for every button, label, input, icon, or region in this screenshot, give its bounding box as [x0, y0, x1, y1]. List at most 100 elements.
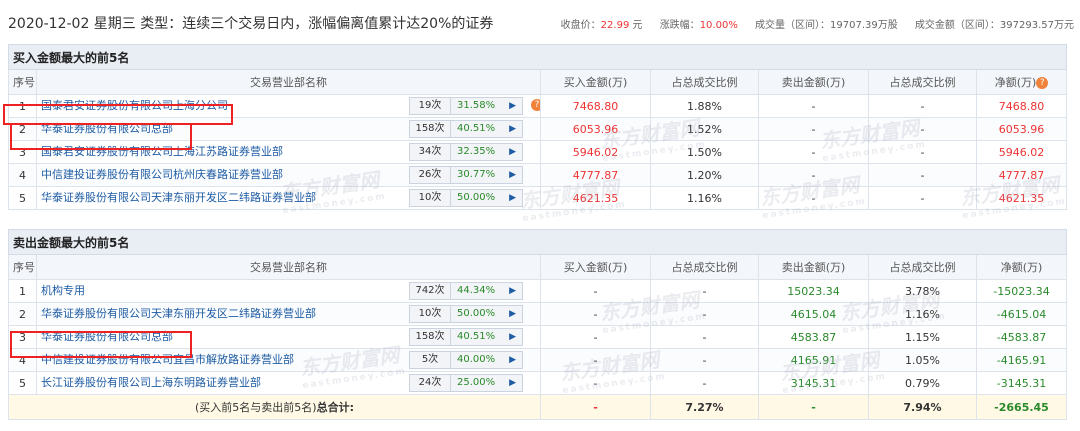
history-badge[interactable]: 24次 25.00% ▶: [409, 374, 523, 392]
history-count: 10次: [410, 190, 451, 206]
play-icon[interactable]: ▶: [509, 352, 516, 368]
sell-amount: -: [758, 163, 869, 187]
branch-name-link[interactable]: 国泰君安证券股份有限公司上海分公司: [41, 97, 409, 113]
play-icon[interactable]: ▶: [509, 98, 516, 114]
row-number: 1: [8, 94, 37, 118]
sell-amount: -: [758, 186, 869, 210]
table-row: 5 华泰证券股份有限公司天津东丽开发区二纬路证券营业部 10次 50.00% ▶ 4621…: [8, 186, 1068, 210]
total-row: (买入前5名与卖出前5名)总合计: -7.27% -7.94% -2665.45: [8, 394, 1068, 420]
history-badge[interactable]: 5次 40.00% ▶: [409, 351, 523, 369]
sell-header-row: 序号 交易营业部名称 买入金额(万) 占总成交比例 卖出金额(万) 占总成交比例…: [8, 254, 1068, 280]
sell-ratio: 3.78%: [868, 279, 977, 303]
branch-cell: 国泰君安证券股份有限公司上海江苏路证券营业部 34次 32.35% ▶: [36, 140, 541, 164]
play-icon[interactable]: ▶: [509, 121, 516, 137]
close-value: 22.99: [600, 20, 630, 31]
col-header: 占总成交比例: [868, 254, 977, 280]
total-sell: -: [758, 394, 869, 420]
sell-amount: 4583.87: [758, 325, 869, 349]
history-badge[interactable]: 158次 40.51% ▶: [409, 120, 523, 138]
row-number: 3: [8, 140, 37, 164]
question-icon[interactable]: ?: [531, 99, 540, 111]
branch-name-link[interactable]: 华泰证券股份有限公司天津东丽开发区二纬路证券营业部: [41, 305, 409, 321]
history-badge[interactable]: 26次 30.77% ▶: [409, 166, 523, 184]
play-icon[interactable]: ▶: [509, 329, 516, 345]
row-number: 4: [8, 348, 37, 372]
col-header: 交易营业部名称: [36, 254, 541, 280]
branch-name-link[interactable]: 国泰君安证券股份有限公司上海江苏路证券营业部: [41, 143, 409, 159]
play-icon[interactable]: ▶: [509, 306, 516, 322]
branch-cell: 国泰君安证券股份有限公司上海分公司 19次 31.58% ▶?: [36, 94, 541, 118]
history-badge[interactable]: 158次 40.51% ▶: [409, 328, 523, 346]
branch-name-link[interactable]: 华泰证券股份有限公司天津东丽开发区二纬路证券营业部: [41, 189, 409, 205]
sell-ratio: 1.16%: [868, 302, 977, 326]
play-icon[interactable]: ▶: [509, 375, 516, 391]
buy-ratio: -: [650, 302, 759, 326]
col-header: 卖出金额(万): [758, 254, 869, 280]
buy-amount: 5946.02: [540, 140, 651, 164]
history-badge[interactable]: 10次 50.00% ▶: [409, 189, 523, 207]
buy-ratio: 1.52%: [650, 117, 759, 141]
history-badge[interactable]: 19次 31.58% ▶: [409, 97, 523, 115]
history-badge[interactable]: 10次 50.00% ▶: [409, 305, 523, 323]
close-unit: 元: [632, 20, 643, 31]
total-sell-ratio: 7.94%: [868, 394, 977, 420]
net-amount: -4615.04: [975, 302, 1068, 326]
close-label: 收盘价：: [560, 20, 601, 31]
col-header: 序号: [8, 69, 37, 95]
buy-header-row: 序号 交易营业部名称 买入金额(万) 占总成交比例 卖出金额(万) 占总成交比例…: [8, 69, 1068, 95]
branch-cell: 华泰证券股份有限公司天津东丽开发区二纬路证券营业部 10次 50.00% ▶: [36, 186, 541, 210]
history-badge[interactable]: 742次 44.34% ▶: [409, 282, 523, 300]
buy-ratio: 1.88%: [650, 94, 759, 118]
question-icon[interactable]: ?: [1036, 77, 1049, 89]
sell-ratio: 1.05%: [868, 348, 977, 372]
buy-section-title: 买入金额最大的前5名: [7, 44, 1068, 70]
branch-name-link[interactable]: 机构专用: [41, 282, 409, 298]
sell-amount: 4615.04: [758, 302, 869, 326]
net-amount: 5946.02: [975, 140, 1068, 164]
history-count: 158次: [410, 329, 451, 345]
play-icon[interactable]: ▶: [509, 144, 516, 160]
branch-cell: 华泰证券股份有限公司总部 158次 40.51% ▶: [36, 117, 541, 141]
history-rate: 31.58%: [457, 100, 496, 111]
buy-amount: 7468.80: [540, 94, 651, 118]
amount-stat: 成交金额（区间）：397293.57万元: [914, 20, 1074, 31]
table-row: 5 长江证券股份有限公司上海东明路证券营业部 24次 25.00% ▶ - -3145.31…: [8, 371, 1068, 395]
net-amount: 6053.96: [975, 117, 1068, 141]
history-rate: 50.00%: [457, 308, 496, 319]
buy-ratio: 1.20%: [650, 163, 759, 187]
sell-ratio: -: [868, 94, 977, 118]
play-icon[interactable]: ▶: [509, 167, 516, 183]
branch-name-link[interactable]: 华泰证券股份有限公司总部: [41, 120, 409, 136]
branch-cell: 华泰证券股份有限公司天津东丽开发区二纬路证券营业部 10次 50.00% ▶: [36, 302, 541, 326]
volume-stat: 成交量（区间）：19707.39万股: [755, 20, 898, 31]
row-number: 3: [8, 325, 37, 349]
col-header: 买入金额(万): [540, 254, 651, 280]
branch-name-link[interactable]: 中信建投证券股份有限公司杭州庆春路证券营业部: [41, 166, 409, 182]
history-count: 10次: [410, 306, 451, 322]
play-icon[interactable]: ▶: [509, 190, 516, 206]
branch-name-link[interactable]: 华泰证券股份有限公司总部: [41, 328, 409, 344]
col-header: 占总成交比例: [868, 69, 977, 95]
col-header: 卖出金额(万): [758, 69, 869, 95]
col-header-net-label: 净额(万): [994, 76, 1037, 89]
history-count: 5次: [410, 352, 451, 368]
branch-cell: 华泰证券股份有限公司总部 158次 40.51% ▶: [36, 325, 541, 349]
net-amount: -4165.91: [975, 348, 1068, 372]
table-row: 2 华泰证券股份有限公司总部 158次 40.51% ▶ 6053.96 1.52% - -60…: [8, 117, 1068, 141]
total-label-prefix: (买入前5名与卖出前5名): [195, 401, 317, 414]
branch-name-link[interactable]: 中信建投证券股份有限公司宜昌市解放路证券营业部: [41, 351, 409, 367]
table-row: 4 中信建投证券股份有限公司杭州庆春路证券营业部 26次 30.77% ▶ 4777.87…: [8, 163, 1068, 187]
sell-amount: 3145.31: [758, 371, 869, 395]
play-icon[interactable]: ▶: [509, 283, 516, 299]
branch-name-link[interactable]: 长江证券股份有限公司上海东明路证券营业部: [41, 374, 409, 390]
total-label-suffix: 总合计:: [316, 401, 354, 414]
buy-amount: 4621.35: [540, 186, 651, 210]
history-rate: 44.34%: [457, 285, 496, 296]
history-count: 26次: [410, 167, 451, 183]
sell-table: 卖出金额最大的前5名 序号 交易营业部名称 买入金额(万) 占总成交比例 卖出金…: [7, 229, 1068, 420]
sell-ratio: -: [868, 186, 977, 210]
history-badge[interactable]: 34次 32.35% ▶: [409, 143, 523, 161]
row-number: 1: [8, 279, 37, 303]
buy-ratio: 1.16%: [650, 186, 759, 210]
buy-amount: -: [540, 348, 651, 372]
